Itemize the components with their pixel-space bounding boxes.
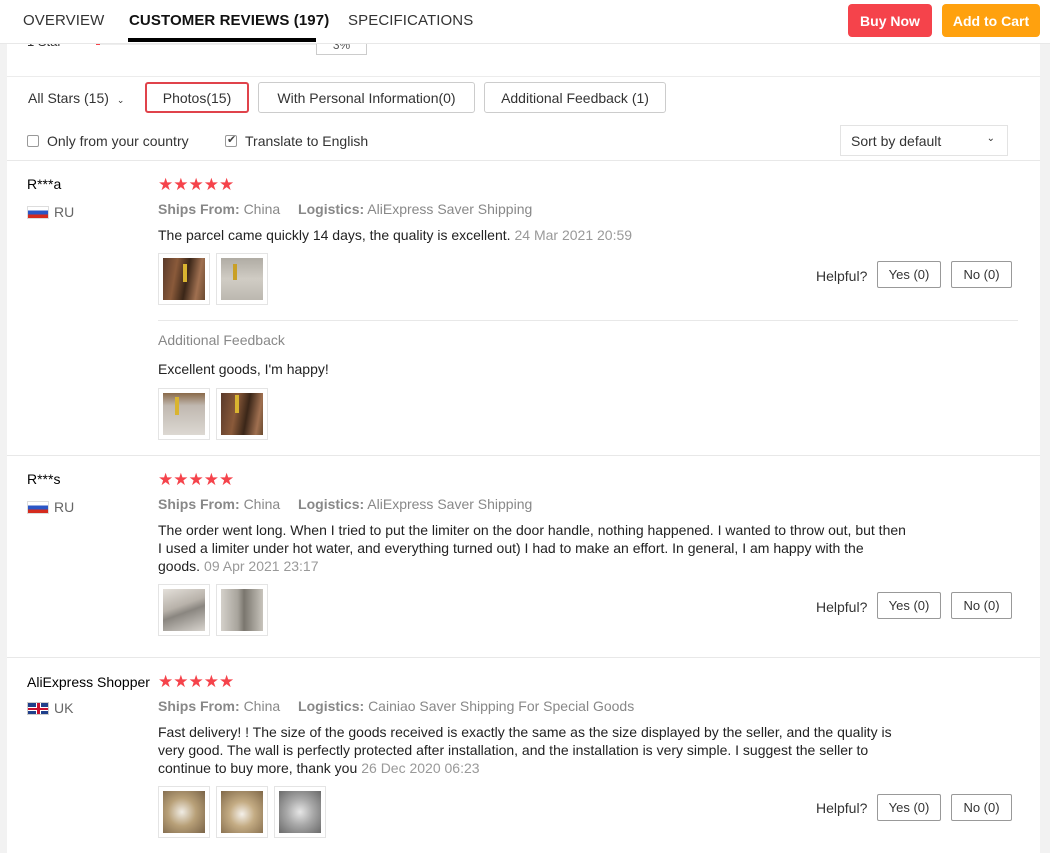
shipping-meta: Ships From: China Logistics: AliExpress … — [158, 496, 532, 512]
reviewer-name: AliExpress Shopper — [27, 674, 150, 690]
divider — [7, 76, 1040, 77]
helpful-yes-button[interactable]: Yes (0) — [877, 592, 941, 619]
review-photo[interactable] — [274, 786, 326, 838]
logistics-value: AliExpress Saver Shipping — [367, 496, 533, 512]
review-photo[interactable] — [216, 388, 268, 440]
add-to-cart-button[interactable]: Add to Cart — [942, 4, 1040, 37]
logistics-label: Logistics: — [298, 201, 365, 217]
active-tab-underline — [128, 38, 316, 42]
additional-feedback-heading: Additional Feedback — [158, 332, 285, 348]
review-body: The parcel came quickly 14 days, the qua… — [158, 227, 511, 243]
divider — [7, 160, 1040, 161]
reviewer-country: UK — [27, 700, 73, 716]
logistics-label: Logistics: — [298, 496, 365, 512]
helpful-label: Helpful? — [816, 268, 868, 284]
only-country-label: Only from your country — [47, 133, 189, 149]
reviewer-name: R***s — [27, 471, 61, 487]
translate-label: Translate to English — [245, 133, 369, 149]
helpful-yes-button[interactable]: Yes (0) — [877, 794, 941, 821]
chevron-down-icon: ⌄ — [986, 133, 995, 144]
ships-from-value: China — [243, 496, 281, 512]
chevron-down-icon: ⌄ — [116, 95, 125, 105]
russia-flag-icon — [27, 205, 49, 219]
divider — [7, 657, 1040, 658]
all-stars-dropdown[interactable]: All Stars (15) ⌄ — [28, 90, 124, 106]
star-rating: ★★★★★ — [158, 672, 235, 691]
reviewer-country: RU — [27, 204, 74, 220]
reviewer-country: RU — [27, 499, 74, 515]
helpful-no-button[interactable]: No (0) — [951, 261, 1012, 288]
review-date: 26 Dec 2020 06:23 — [361, 760, 480, 776]
reviewer-name: R***a — [27, 176, 62, 192]
review-date: 24 Mar 2021 20:59 — [514, 227, 633, 243]
review-text: Fast delivery! ! The size of the goods r… — [158, 723, 910, 777]
review-photo[interactable] — [216, 253, 268, 305]
russia-flag-icon — [27, 500, 49, 514]
logistics-label: Logistics: — [298, 698, 365, 714]
review-photo[interactable] — [158, 786, 210, 838]
filter-photos-button[interactable]: Photos(15) — [145, 82, 249, 113]
logistics-value: Cainiao Saver Shipping For Special Goods — [368, 698, 635, 714]
tab-customer-reviews[interactable]: CUSTOMER REVIEWS (197) — [129, 12, 329, 29]
helpful-no-button[interactable]: No (0) — [951, 794, 1012, 821]
review-photo[interactable] — [216, 786, 268, 838]
ships-from-value: China — [243, 698, 281, 714]
checkbox-icon — [27, 135, 39, 147]
review-photo[interactable] — [216, 584, 268, 636]
helpful-label: Helpful? — [816, 800, 868, 816]
divider — [158, 320, 1018, 321]
star-rating: ★★★★★ — [158, 470, 235, 489]
review-date: 09 Apr 2021 23:17 — [204, 558, 319, 574]
review-text: The order went long. When I tried to put… — [158, 521, 910, 575]
sort-label: Sort by default — [851, 132, 942, 149]
shipping-meta: Ships From: China Logistics: AliExpress … — [158, 201, 532, 217]
top-nav: OVERVIEW CUSTOMER REVIEWS (197) SPECIFIC… — [0, 0, 1050, 44]
filter-additional-feedback-button[interactable]: Additional Feedback (1) — [484, 82, 666, 113]
review-photo[interactable] — [158, 253, 210, 305]
star-rating: ★★★★★ — [158, 175, 235, 194]
tab-overview[interactable]: OVERVIEW — [23, 12, 104, 29]
sort-select[interactable]: Sort by default ⌄ — [840, 125, 1008, 156]
ships-from-label: Ships From: — [158, 201, 240, 217]
shipping-meta: Ships From: China Logistics: Cainiao Sav… — [158, 698, 634, 714]
logistics-value: AliExpress Saver Shipping — [367, 201, 533, 217]
all-stars-label: All Stars (15) — [28, 90, 109, 106]
ships-from-label: Ships From: — [158, 496, 240, 512]
review-text: The parcel came quickly 14 days, the qua… — [158, 226, 918, 244]
buy-now-button[interactable]: Buy Now — [848, 4, 932, 37]
filter-personal-info-button[interactable]: With Personal Information(0) — [258, 82, 475, 113]
tab-specifications[interactable]: SPECIFICATIONS — [348, 12, 473, 29]
country-code: UK — [54, 700, 74, 716]
ships-from-value: China — [243, 201, 281, 217]
translate-checkbox[interactable]: Translate to English — [225, 133, 368, 149]
checkbox-checked-icon — [225, 133, 237, 147]
divider — [7, 455, 1040, 456]
helpful-no-button[interactable]: No (0) — [951, 592, 1012, 619]
review-photo[interactable] — [158, 584, 210, 636]
uk-flag-icon — [27, 701, 49, 715]
only-country-checkbox[interactable]: Only from your country — [27, 133, 189, 149]
country-code: RU — [54, 499, 75, 515]
additional-feedback-text: Excellent goods, I'm happy! — [158, 361, 329, 377]
ships-from-label: Ships From: — [158, 698, 240, 714]
helpful-label: Helpful? — [816, 599, 868, 615]
helpful-yes-button[interactable]: Yes (0) — [877, 261, 941, 288]
review-photo[interactable] — [158, 388, 210, 440]
review-body: Fast delivery! ! The size of the goods r… — [158, 724, 892, 776]
country-code: RU — [54, 204, 75, 220]
